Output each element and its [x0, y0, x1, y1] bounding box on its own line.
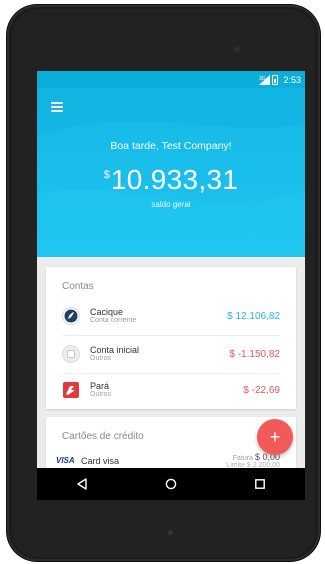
balance-header: Boa tarde, Test Company! $10.933,31 sald… [37, 88, 305, 257]
credit-cards-title: Cartões de crédito [62, 431, 144, 442]
menu-button[interactable] [51, 102, 63, 112]
divider [62, 335, 280, 336]
hamburger-icon [51, 102, 63, 104]
total-balance: $10.933,31 [37, 164, 305, 196]
account-balance: $ 12.106,82 [227, 311, 280, 322]
account-type: Outros [90, 355, 112, 362]
credit-card-name: Card visa [81, 456, 120, 466]
greeting-text: Boa tarde, Test Company! [110, 140, 232, 152]
account-type: Outros [90, 391, 112, 398]
account-name: Cacique [90, 307, 124, 317]
account-row-conta-inicial[interactable]: Conta inicial Outros $ -1.150,82 [46, 337, 296, 373]
recents-button[interactable] [245, 471, 275, 497]
account-type: Conta corrente [90, 317, 137, 324]
account-balance: $ -22,69 [243, 385, 280, 396]
wallet-icon [62, 345, 80, 363]
balance-amount: 10.933,31 [110, 164, 239, 195]
account-balance: $ -1.150,82 [229, 349, 280, 360]
account-row-cacique[interactable]: Cacique Conta corrente $ 12.106,82 [46, 299, 296, 335]
currency-symbol: $ [103, 169, 110, 181]
recents-square-icon [255, 479, 266, 489]
add-fab-button[interactable]: + [257, 419, 293, 455]
svg-text:3G: 3G [259, 76, 266, 82]
status-time: 2:53 [283, 74, 301, 85]
sensor-dot [168, 530, 173, 535]
signal-icon: 3G [259, 74, 271, 85]
app-screen: 3G 2:53 Boa tarde, Test Company! $10.933… [37, 71, 305, 500]
home-button[interactable] [156, 471, 186, 497]
account-name: Conta inicial [90, 345, 140, 355]
battery-icon [272, 74, 279, 85]
balance-label: saldo geral [151, 200, 191, 209]
home-circle-icon [165, 478, 177, 490]
account-name: Pará [90, 381, 110, 391]
accounts-card: Contas Cacique Conta corrente $ 12.106,8… [46, 267, 296, 409]
status-bar: 3G 2:53 [37, 71, 305, 88]
visa-icon: VISA [56, 456, 75, 465]
accounts-title: Contas [62, 281, 94, 292]
camera-icon [233, 45, 242, 54]
back-triangle-icon [76, 478, 87, 490]
banpara-icon [63, 382, 79, 398]
back-button[interactable] [67, 471, 97, 497]
invoice-label: Fatura [232, 455, 254, 462]
cacique-icon [62, 307, 80, 325]
account-row-para[interactable]: Pará Outros $ -22,69 [46, 373, 296, 409]
android-navigation-bar [37, 468, 305, 500]
